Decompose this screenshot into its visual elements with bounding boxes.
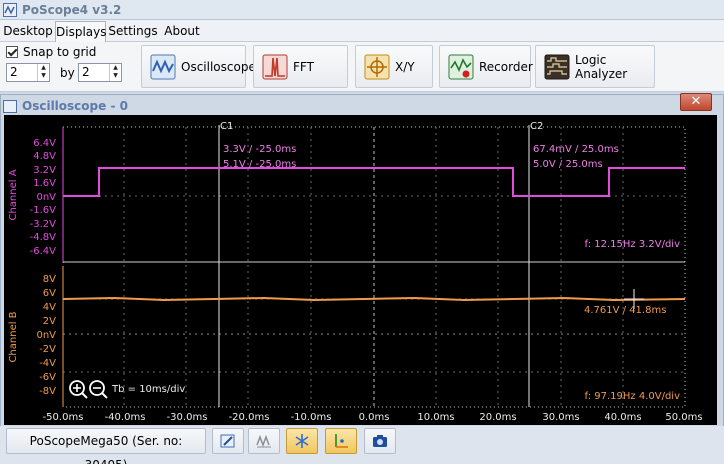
x-tick: 40.0ms	[604, 412, 641, 423]
recorder-icon	[448, 54, 474, 80]
channel-a-tick: 1.6V	[33, 178, 56, 189]
channel-a-tick: 6.4V	[33, 138, 56, 149]
channel-a-tick: -6.4V	[30, 246, 57, 257]
zoom-out-icon[interactable]	[89, 380, 108, 399]
x-tick: -40.0ms	[105, 412, 146, 423]
logic-analyzer-label: Logic Analyzer	[575, 52, 628, 81]
device-button[interactable]: PoScopeMega50 (Ser. no: 30405)	[6, 428, 206, 464]
channel-a-tick: 4.8V	[33, 151, 56, 162]
xy-icon	[364, 54, 390, 80]
channel-b-tick: 6V	[43, 288, 56, 299]
channel-b-label: Channel B	[8, 311, 19, 362]
grid-y-stepper[interactable]: 2 ▲ ▼	[78, 63, 122, 82]
x-tick: -20.0ms	[229, 412, 270, 423]
app-title: PoScope4 v3.2	[22, 2, 122, 17]
camera-icon	[373, 435, 387, 447]
fft-label: FFT	[293, 59, 314, 74]
c1-readout-a-2: 5.1V / -25.0ms	[223, 159, 296, 170]
close-window-button[interactable]: ✕	[680, 93, 712, 111]
waveform-icon	[256, 434, 271, 448]
app-titlebar: PoScope4 v3.2	[0, 0, 724, 20]
x-tick: 10.0ms	[417, 412, 454, 423]
fft-icon	[262, 54, 288, 80]
scope-display[interactable]: C1 C2 6.4V 4.8V 3.2V 1.6V 0nV -1.6V -3.2…	[4, 115, 717, 425]
snap-to-grid-label: Snap to grid	[23, 45, 97, 59]
oscilloscope-icon	[150, 54, 176, 80]
x-tick: -30.0ms	[167, 412, 208, 423]
oscilloscope-button[interactable]: Oscilloscope	[141, 45, 256, 88]
channel-a-tick: -4.8V	[30, 232, 57, 243]
tab-desktop[interactable]: Desktop	[2, 21, 54, 42]
cursor-c2-label: C2	[530, 121, 543, 132]
channel-b-tick: -2V	[39, 344, 56, 355]
channel-b-tick: 2V	[43, 316, 56, 327]
channel-a-status: f: 12.15Hz 3.2V/div	[585, 239, 681, 250]
c2-readout-a-2: 5.0V / 25.0ms	[533, 159, 603, 170]
x-tick: 20.0ms	[479, 412, 516, 423]
channel-a-tick: 0nV	[36, 192, 56, 203]
tab-displays[interactable]: Displays	[55, 21, 106, 42]
grid-x-stepper-arrows[interactable]: ▲ ▼	[37, 64, 49, 81]
channel-b-tick: 0nV	[36, 330, 56, 341]
channel-b-tick: 8V	[43, 274, 56, 285]
grid-y-value: 2	[82, 65, 90, 79]
logic-analyzer-icon	[544, 54, 570, 80]
axes-icon	[335, 434, 348, 448]
oscilloscope-label: Oscilloscope	[181, 59, 256, 74]
snap-to-grid-checkbox[interactable]	[6, 46, 18, 58]
oscilloscope-window-titlebar: Oscilloscope - 0	[3, 96, 128, 116]
grid-x-stepper[interactable]: 2 ▲ ▼	[6, 63, 50, 82]
fft-button[interactable]: FFT	[253, 45, 348, 88]
axes-button[interactable]	[325, 428, 357, 454]
grid-x-value: 2	[10, 65, 18, 79]
menu-bar: Desktop Displays Settings About	[0, 20, 724, 42]
x-tick: 50.0ms	[665, 412, 702, 423]
app-icon	[3, 2, 17, 17]
timebase-label: Tb = 10ms/div	[111, 384, 185, 395]
recorder-button[interactable]: Recorder	[439, 45, 533, 88]
channel-a-tick: -1.6V	[30, 205, 57, 216]
channel-a-tick: 3.2V	[33, 165, 56, 176]
oscilloscope-window-title: Oscilloscope - 0	[22, 99, 128, 113]
snowflake-button[interactable]	[286, 428, 318, 454]
c2-readout-a-1: 67.4mV / 25.0ms	[533, 144, 619, 155]
snowflake-icon	[295, 434, 309, 448]
xy-button[interactable]: X/Y	[355, 45, 433, 88]
snap-to-grid-option[interactable]: Snap to grid	[6, 45, 96, 59]
channel-b-marker-readout: 4.761V / 41.8ms	[584, 305, 666, 316]
x-tick: 0.0ms	[359, 412, 390, 423]
xy-label: X/Y	[395, 59, 415, 74]
waveform-button[interactable]	[248, 428, 280, 454]
tab-settings[interactable]: Settings	[108, 21, 158, 42]
edit-icon	[220, 434, 235, 448]
channel-a-label: Channel A	[8, 169, 19, 220]
channel-b-tick: -4V	[39, 358, 56, 369]
edit-button[interactable]	[212, 428, 244, 454]
scope-plot[interactable]: C1 C2 6.4V 4.8V 3.2V 1.6V 0nV -1.6V -3.2…	[4, 115, 717, 425]
channel-b-tick: 4V	[43, 302, 56, 313]
channel-b-trace	[62, 296, 686, 302]
cursor-c1-label: C1	[220, 121, 233, 132]
grid-y-stepper-arrows[interactable]: ▲ ▼	[109, 64, 121, 81]
x-tick: -50.0ms	[43, 412, 84, 423]
zoom-in-icon[interactable]	[69, 380, 88, 399]
by-label: by	[60, 66, 75, 80]
x-tick: -10.0ms	[291, 412, 332, 423]
channel-a-tick: -3.2V	[30, 219, 57, 230]
recorder-label: Recorder	[479, 59, 533, 74]
channel-b-tick: -6V	[39, 372, 56, 383]
x-tick: 30.0ms	[542, 412, 579, 423]
logic-analyzer-button[interactable]: Logic Analyzer	[535, 45, 655, 88]
camera-button[interactable]	[364, 428, 396, 454]
tab-about[interactable]: About	[161, 21, 203, 42]
channel-b-tick: -8V	[39, 386, 56, 397]
channel-b-status: f: 97.19Hz 4.0V/div	[585, 391, 681, 402]
window-icon	[3, 99, 17, 113]
c1-readout-a-1: 3.3V / -25.0ms	[223, 144, 296, 155]
